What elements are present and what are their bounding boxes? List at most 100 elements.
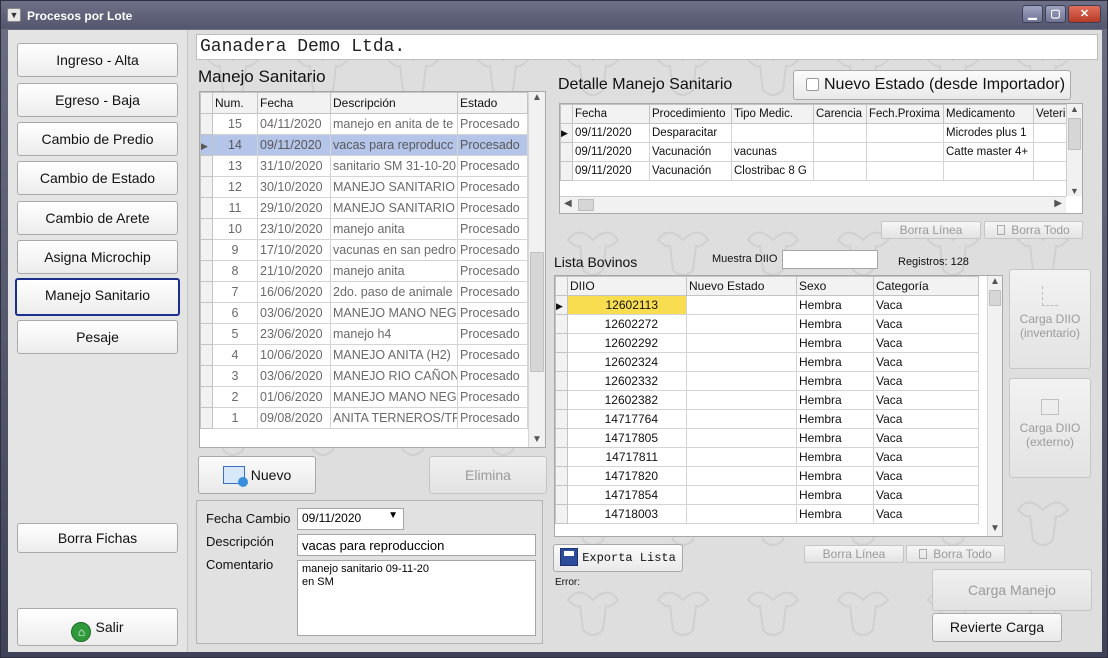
cell[interactable]: Procesado bbox=[457, 218, 528, 240]
muestra-diio-input[interactable] bbox=[782, 250, 878, 269]
detalle-col[interactable]: Tipo Medic. bbox=[731, 104, 814, 124]
cell[interactable]: 03/06/2020 bbox=[257, 302, 331, 324]
cell[interactable]: Procesado bbox=[457, 113, 528, 135]
cell[interactable]: 14717820 bbox=[567, 466, 687, 486]
cell[interactable]: Clostribac 8 G bbox=[731, 161, 814, 181]
cell[interactable]: Procesado bbox=[457, 197, 528, 219]
cell[interactable]: vacunas en san pedro bbox=[330, 239, 458, 261]
cell[interactable]: 01/06/2020 bbox=[257, 386, 331, 408]
table-row[interactable]: 11 29/10/2020 MANEJO SANITARIO S Procesado bbox=[200, 197, 528, 219]
table-row[interactable]: 14717811 Hembra Vaca bbox=[555, 447, 979, 467]
bovinos-scrollbar[interactable]: ▲ ▼ bbox=[987, 276, 1002, 536]
cell[interactable]: Hembra bbox=[796, 447, 874, 467]
table-row[interactable]: 12602292 Hembra Vaca bbox=[555, 333, 979, 353]
cell[interactable]: Procesado bbox=[457, 260, 528, 282]
cell[interactable] bbox=[686, 447, 797, 467]
cell[interactable]: 03/06/2020 bbox=[257, 365, 331, 387]
cell[interactable]: 30/10/2020 bbox=[257, 176, 331, 198]
cell[interactable] bbox=[686, 466, 797, 486]
cell[interactable] bbox=[686, 409, 797, 429]
cell[interactable]: Hembra bbox=[796, 504, 874, 524]
detalle-vscroll[interactable]: ▲ ▼ bbox=[1066, 104, 1082, 196]
nav-pesaje[interactable]: Pesaje bbox=[17, 320, 178, 354]
minimize-button[interactable]: ▁ bbox=[1022, 5, 1043, 23]
table-row[interactable]: 15 04/11/2020 manejo en anita de te Procesa… bbox=[200, 113, 528, 135]
cell[interactable]: MANEJO SANITARIO ( bbox=[330, 176, 458, 198]
cell[interactable]: 12602332 bbox=[567, 371, 687, 391]
cell[interactable]: Hembra bbox=[796, 352, 874, 372]
cell[interactable]: Hembra bbox=[796, 295, 874, 315]
cell[interactable]: 14718003 bbox=[567, 504, 687, 524]
cell[interactable]: 10 bbox=[212, 218, 258, 240]
cell[interactable]: 12602382 bbox=[567, 390, 687, 410]
cell[interactable]: MANEJO SANITARIO S bbox=[330, 197, 458, 219]
cell[interactable]: MANEJO RIO CAÑON ( bbox=[330, 365, 458, 387]
cell[interactable]: 12602272 bbox=[567, 314, 687, 334]
table-row[interactable]: 12602382 Hembra Vaca bbox=[555, 390, 979, 410]
cell[interactable]: Procesado bbox=[457, 323, 528, 345]
cell[interactable]: Vaca bbox=[873, 504, 979, 524]
cell[interactable] bbox=[686, 504, 797, 524]
col-diio[interactable]: DIIO bbox=[567, 276, 687, 296]
detalle-col[interactable]: Procedimiento bbox=[649, 104, 732, 124]
cell[interactable]: manejo h4 bbox=[330, 323, 458, 345]
cell[interactable] bbox=[731, 123, 814, 143]
cell[interactable]: Hembra bbox=[796, 371, 874, 391]
manejo-scrollbar[interactable]: ▲ ▼ bbox=[528, 92, 545, 447]
cell[interactable]: 23/10/2020 bbox=[257, 218, 331, 240]
chevron-down-icon[interactable]: ▼ bbox=[388, 510, 398, 521]
cell[interactable] bbox=[866, 161, 944, 181]
cell[interactable] bbox=[686, 333, 797, 353]
detalle-borra-todo-button[interactable]: Borra Todo bbox=[984, 221, 1083, 239]
nuevo-button[interactable]: Nuevo bbox=[198, 456, 316, 494]
nav-egreso-baja[interactable]: Egreso - Baja bbox=[17, 83, 178, 117]
detalle-vscroll-thumb[interactable] bbox=[1068, 118, 1081, 150]
checkbox-box[interactable] bbox=[806, 78, 819, 91]
table-row[interactable]: 14717854 Hembra Vaca bbox=[555, 485, 979, 505]
salir-button[interactable]: ⌂ Salir bbox=[17, 608, 178, 646]
cell[interactable]: Vaca bbox=[873, 295, 979, 315]
cell[interactable]: 12602113 bbox=[567, 295, 687, 315]
cell[interactable]: 14717805 bbox=[567, 428, 687, 448]
detalle-hscroll[interactable]: ◀ ▶ bbox=[560, 196, 1066, 213]
table-row[interactable]: 3 03/06/2020 MANEJO RIO CAÑON (Procesado bbox=[200, 365, 528, 387]
cell[interactable]: vacunas bbox=[731, 142, 814, 162]
cell[interactable] bbox=[943, 161, 1034, 181]
cell[interactable]: manejo en anita de te bbox=[330, 113, 458, 135]
cell[interactable]: 8 bbox=[212, 260, 258, 282]
borra-fichas-button[interactable]: Borra Fichas bbox=[17, 523, 178, 553]
cell[interactable] bbox=[813, 123, 867, 143]
col-nuevo-estado[interactable]: Nuevo Estado bbox=[686, 276, 797, 296]
cell[interactable]: 10/06/2020 bbox=[257, 344, 331, 366]
table-row[interactable]: 14717820 Hembra Vaca bbox=[555, 466, 979, 486]
cell[interactable]: 09/11/2020 bbox=[257, 134, 331, 156]
cell[interactable] bbox=[866, 123, 944, 143]
cell[interactable] bbox=[866, 142, 944, 162]
table-row[interactable]: 09/11/2020 Vacunación Clostribac 8 G bbox=[560, 161, 1081, 181]
table-row[interactable]: 12 30/10/2020 MANEJO SANITARIO (Procesado bbox=[200, 176, 528, 198]
table-row[interactable]: 7 16/06/2020 2do. paso de animale Procesado bbox=[200, 281, 528, 303]
cell[interactable]: 14 bbox=[212, 134, 258, 156]
detalle-col[interactable]: Medicamento bbox=[943, 104, 1034, 124]
cell[interactable] bbox=[813, 161, 867, 181]
cell[interactable]: manejo anita bbox=[330, 218, 458, 240]
cell[interactable]: MANEJO ANITA (H2) bbox=[330, 344, 458, 366]
cell[interactable]: Procesado bbox=[457, 134, 528, 156]
carga-manejo-button[interactable]: Carga Manejo bbox=[932, 569, 1092, 611]
cell[interactable]: Procesado bbox=[457, 239, 528, 261]
col-estado[interactable]: Estado bbox=[457, 92, 528, 114]
cell[interactable]: 29/10/2020 bbox=[257, 197, 331, 219]
cell[interactable]: 31/10/2020 bbox=[257, 155, 331, 177]
col-fecha[interactable]: Fecha bbox=[257, 92, 331, 114]
cell[interactable]: 5 bbox=[212, 323, 258, 345]
cell[interactable]: 12602324 bbox=[567, 352, 687, 372]
cell[interactable]: Microdes plus 1 bbox=[943, 123, 1034, 143]
cell[interactable]: 12 bbox=[212, 176, 258, 198]
table-row[interactable]: 12602324 Hembra Vaca bbox=[555, 352, 979, 372]
comentario-textarea[interactable]: manejo sanitario 09-11-20 en SM bbox=[297, 560, 536, 636]
cell[interactable]: 2do. paso de animale bbox=[330, 281, 458, 303]
cell[interactable]: 1 bbox=[212, 407, 258, 429]
col-categoria[interactable]: Categoría bbox=[873, 276, 979, 296]
cell[interactable]: 16/06/2020 bbox=[257, 281, 331, 303]
cell[interactable]: 21/10/2020 bbox=[257, 260, 331, 282]
